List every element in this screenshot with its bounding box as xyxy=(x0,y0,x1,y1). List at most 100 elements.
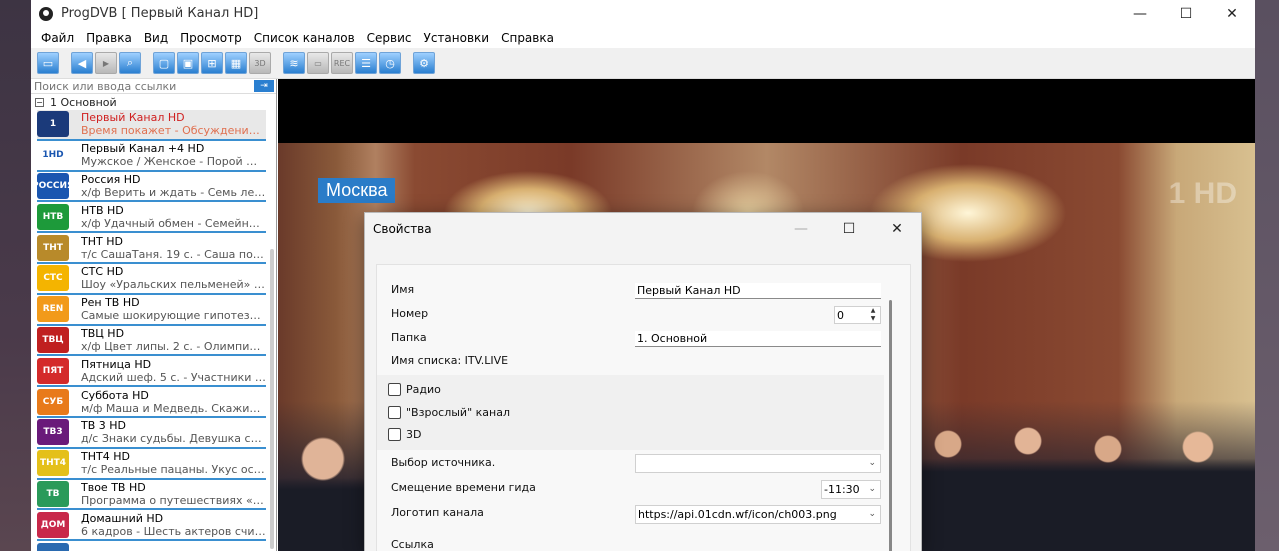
checkbox-box[interactable] xyxy=(388,428,401,441)
channel-name: ТНТ4 HD xyxy=(81,450,130,464)
channel-text: ТВЦ HD х/ф Цвет липы. 2 с. - Олимпиада... xyxy=(81,327,266,353)
menu-edit[interactable]: Правка xyxy=(80,31,138,45)
maximize-icon[interactable]: ☐ xyxy=(1163,0,1209,27)
radio-checkbox[interactable]: Радио xyxy=(388,383,441,396)
channel-row[interactable]: ТВ3 ТВ 3 HD д/с Знаки судьбы. Девушка сын.… xyxy=(37,418,266,449)
radio-label: Радио xyxy=(406,383,441,396)
channel-row[interactable]: 1 Первый Канал HD Время покажет - Обсужден… xyxy=(37,110,266,141)
dialog-scrollbar[interactable] xyxy=(889,300,892,551)
channel-program: х/ф Удачный обмен - Семейная... xyxy=(81,216,266,230)
channel-watermark: 1 HD xyxy=(1168,177,1237,210)
channel-name: Россия HD xyxy=(81,172,141,186)
channel-name: Домашний HD xyxy=(81,511,164,525)
logo-select[interactable]: https://api.01cdn.wf/icon/ch003.png ⌄ xyxy=(635,505,881,524)
dialog-minimize-icon[interactable]: — xyxy=(777,213,825,244)
channel-text: Первый Канал HD Время покажет - Обсуждени… xyxy=(81,111,266,137)
channel-program: т/с СашаТаня. 19 с. - Саша помо... xyxy=(81,247,266,261)
channel-logo-icon: REN xyxy=(37,296,69,323)
open-icon[interactable]: ▭ xyxy=(37,52,59,74)
spin-arrows-icon[interactable]: ▲ ▼ xyxy=(868,307,878,323)
channel-text: СТС HD Шоу «Уральских пельменей» - В... xyxy=(81,265,266,291)
progdvb-logo-icon xyxy=(39,6,53,21)
search-icon[interactable]: ⌕ xyxy=(119,52,141,74)
search-input[interactable] xyxy=(31,79,254,93)
channel-program: Самые шокирующие гипотезы -... xyxy=(81,309,266,323)
disabled-icon[interactable]: ▭ xyxy=(307,52,329,74)
channel-program: х/ф Верить и ждать - Семь лет н... xyxy=(81,185,266,199)
collapse-icon[interactable]: − xyxy=(35,97,44,107)
channel-row[interactable]: СТС СТС HD Шоу «Уральских пельменей» - В..… xyxy=(37,264,266,295)
minimize-icon[interactable]: — xyxy=(1117,0,1163,27)
channel-text: Домашний HD 6 кадров - Шесть актеров счит… xyxy=(81,512,266,538)
adult-label: "Взрослый" канал xyxy=(406,406,510,419)
threed-checkbox[interactable]: 3D xyxy=(388,428,421,441)
menu-channel-list[interactable]: Список каналов xyxy=(248,31,361,45)
offset-select[interactable]: -11:30 ⌄ xyxy=(821,480,881,499)
channel-program: м/ф Маша и Медведь. Скажите... xyxy=(81,401,266,415)
back-icon[interactable]: ◀ xyxy=(71,52,93,74)
epg-icon[interactable]: ☰ xyxy=(355,52,377,74)
folder-label: Папка xyxy=(391,331,427,344)
desktop-right-edge xyxy=(1255,0,1279,551)
channel-row[interactable]: ПЯТ Пятница HD Адский шеф. 5 с. - Участник… xyxy=(37,356,266,388)
dialog-close-icon[interactable]: ✕ xyxy=(873,213,921,244)
window-mode-icon[interactable]: ▢ xyxy=(153,52,175,74)
close-icon[interactable]: ✕ xyxy=(1209,0,1255,27)
menu-help[interactable]: Справка xyxy=(495,31,560,45)
folder-field[interactable]: 1. Основной xyxy=(635,331,881,347)
3d-button[interactable]: 3D xyxy=(249,52,271,74)
channel-row[interactable]: ТВЦ ТВЦ HD х/ф Цвет липы. 2 с. - Олимпиада… xyxy=(37,326,266,357)
channel-name: НТВ HD xyxy=(81,203,124,217)
dialog-maximize-icon[interactable]: ☐ xyxy=(825,213,873,244)
timer-icon[interactable]: ◷ xyxy=(379,52,401,74)
channel-list-pane: ⇥ − 1 Основной 1 Первый Канал HDВремя пок… xyxy=(31,79,277,551)
channel-row[interactable]: ДОМ Домашний HD 6 кадров - Шесть актеров с… xyxy=(37,510,266,542)
settings-gear-icon[interactable]: ⚙ xyxy=(413,52,435,74)
channel-program: Шоу «Уральских пельменей» - В... xyxy=(81,278,266,292)
channel-row[interactable]: СУБ Суббота HD м/ф Маша и Медведь. Скажите… xyxy=(37,387,266,418)
list-name-label: Имя списка: ITV.LIVE xyxy=(391,354,509,367)
stream-icon[interactable]: ≋ xyxy=(283,52,305,74)
channel-name: Первый Канал +4 HD xyxy=(81,142,205,156)
channel-row[interactable]: 1HD Первый Канал +4 HD Мужское / Женское -… xyxy=(37,141,266,172)
record-button[interactable]: REC xyxy=(331,52,353,74)
menu-settings[interactable]: Установки xyxy=(418,31,496,45)
channel-list: 1 Первый Канал HD Время покажет - Обсужден… xyxy=(31,110,276,551)
city-caption: Москва xyxy=(318,178,396,203)
channel-row[interactable]: REN Рен ТВ HD Самые шокирующие гипотезы -.… xyxy=(37,295,266,326)
channel-row[interactable]: РОССИЯ Россия HD х/ф Верить и ждать - Семь… xyxy=(32,172,266,203)
grid-icon[interactable]: ▦ xyxy=(225,52,247,74)
source-select[interactable]: ⌄ xyxy=(635,454,881,473)
channel-logo-icon: ТВ3 xyxy=(37,419,69,446)
logo-label: Логотип канала xyxy=(391,506,484,519)
number-stepper[interactable]: 0 ▲ ▼ xyxy=(834,306,881,324)
forward-icon[interactable]: ▶ xyxy=(95,52,117,74)
mosaic-icon[interactable]: ⊞ xyxy=(201,52,223,74)
chevron-down-icon: ⌄ xyxy=(868,484,876,494)
name-field[interactable]: Первый Канал HD xyxy=(635,283,881,299)
channel-row[interactable]: ТНТ ТНТ HD т/с СашаТаня. 19 с. - Саша помо… xyxy=(37,233,266,264)
channel-list-scrollbar[interactable] xyxy=(270,249,274,549)
adult-checkbox[interactable]: "Взрослый" канал xyxy=(388,406,510,419)
channel-program: д/с Знаки судьбы. Девушка сын... xyxy=(81,432,266,446)
window-controls: — ☐ ✕ xyxy=(1117,0,1255,27)
channel-row[interactable]: ТВ Твое ТВ HD Программа о путешествиях «Ор… xyxy=(37,480,266,511)
checkbox-box[interactable] xyxy=(388,383,401,396)
channel-text: ТНТ HD т/с СашаТаня. 19 с. - Саша помо... xyxy=(81,235,266,261)
channel-name: Пятница HD xyxy=(81,357,152,371)
channel-text: Первый Канал +4 HD Мужское / Женское - По… xyxy=(81,142,266,168)
search-go-icon[interactable]: ⇥ xyxy=(254,80,274,92)
channel-row[interactable]: НВНастоящее время HD xyxy=(37,541,266,551)
menu-view[interactable]: Вид xyxy=(138,31,174,45)
checkbox-box[interactable] xyxy=(388,406,401,419)
channel-row[interactable]: НТВ НТВ HD х/ф Удачный обмен - Семейная... xyxy=(37,202,266,234)
channel-row[interactable]: ТНТ4 ТНТ4 HD т/с Реальные пацаны. Укус осы… xyxy=(37,449,266,480)
menu-watch[interactable]: Просмотр xyxy=(174,31,248,45)
source-label: Выбор источника. xyxy=(391,456,496,469)
fullscreen-icon[interactable]: ▣ xyxy=(177,52,199,74)
group-header[interactable]: − 1 Основной xyxy=(31,94,276,110)
properties-dialog: Свойства — ☐ ✕ Имя Первый Канал HD Номер… xyxy=(364,212,922,551)
chevron-down-icon: ⌄ xyxy=(868,458,876,468)
menu-file[interactable]: Файл xyxy=(35,31,80,45)
menu-service[interactable]: Сервис xyxy=(361,31,418,45)
